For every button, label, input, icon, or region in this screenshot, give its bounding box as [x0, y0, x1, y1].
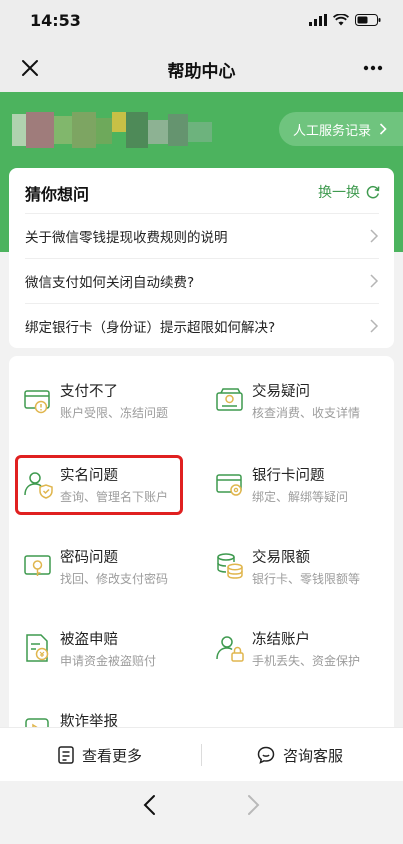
question-text: 微信支付如何关闭自动续费? — [25, 274, 195, 291]
refresh-icon — [366, 185, 380, 199]
category-bank-card[interactable]: 银行卡问题 绑定、解绑等疑问 — [214, 464, 394, 524]
category-subtitle: 账户受限、冻结问题 — [60, 406, 169, 420]
question-text: 关于微信零钱提现收费规则的说明 — [25, 229, 228, 246]
question-item[interactable]: 微信支付如何关闭自动续费? — [25, 258, 379, 302]
category-password[interactable]: 密码问题 找回、修改支付密码 — [22, 546, 202, 606]
forward-arrow-icon[interactable] — [243, 793, 263, 817]
category-title: 银行卡问题 — [252, 468, 325, 484]
service-record-label: 人工服务记录 — [292, 123, 371, 139]
category-transaction-question[interactable]: 交易疑问 核查消费、收支详情 — [214, 380, 394, 440]
category-subtitle: 申请资金被盗赔付 — [60, 654, 157, 668]
nav-bar: 帮助中心 — [0, 44, 403, 92]
category-theft-claim[interactable]: 被盗申赔 申请资金被盗赔付 — [22, 628, 202, 688]
battery-icon — [355, 14, 381, 26]
question-item[interactable]: 绑定银行卡（身份证）提示超限如何解决? — [25, 303, 379, 347]
category-transaction-limit[interactable]: 交易限额 银行卡、零钱限额等 — [214, 546, 394, 606]
chevron-right-icon — [370, 273, 379, 288]
category-freeze-account[interactable]: 冻结账户 手机丢失、资金保护 — [214, 628, 394, 688]
category-title: 交易疑问 — [252, 384, 310, 400]
category-pay-failed[interactable]: 支付不了 账户受限、冻结问题 — [22, 380, 202, 440]
divider — [201, 744, 202, 766]
category-title: 交易限额 — [252, 550, 310, 566]
service-record-button[interactable]: 人工服务记录 — [278, 112, 403, 146]
wifi-icon — [333, 14, 349, 26]
card-alert-icon — [24, 390, 50, 414]
chevron-right-icon — [370, 318, 379, 333]
view-more-button[interactable]: 查看更多 — [58, 728, 142, 782]
category-title: 被盗申赔 — [60, 632, 118, 648]
category-subtitle: 银行卡、零钱限额等 — [252, 572, 361, 586]
blurred-account-info — [12, 112, 212, 148]
category-subtitle: 找回、修改支付密码 — [60, 572, 169, 586]
browser-nav-bar — [0, 781, 403, 844]
bottom-action-bar: 查看更多 咨询客服 — [0, 727, 403, 781]
guess-card: 猜你想问 换一换 关于微信零钱提现收费规则的说明 微信支付如何关闭自动续费? 绑… — [9, 168, 394, 348]
refresh-button[interactable]: 换一换 — [318, 182, 380, 202]
highlight-box — [15, 455, 183, 515]
bank-card-icon — [216, 474, 242, 496]
contact-service-label: 咨询客服 — [283, 746, 344, 765]
refresh-label: 换一换 — [318, 185, 360, 201]
status-time: 14:53 — [30, 11, 81, 30]
category-subtitle: 手机丢失、资金保护 — [252, 654, 361, 668]
back-arrow-icon[interactable] — [140, 793, 160, 817]
lock-icon — [24, 555, 51, 576]
category-title: 支付不了 — [60, 384, 118, 400]
contact-service-button[interactable]: 咨询客服 — [257, 728, 343, 782]
chevron-right-icon — [370, 228, 379, 243]
claim-document-icon — [26, 634, 49, 662]
guess-title: 猜你想问 — [25, 185, 90, 204]
status-icons — [309, 14, 381, 26]
status-bar: 14:53 — [0, 0, 403, 44]
question-text: 绑定银行卡（身份证）提示超限如何解决? — [25, 319, 276, 336]
document-icon — [58, 746, 74, 764]
chat-icon — [257, 746, 275, 764]
page-title: 帮助中心 — [167, 62, 236, 82]
question-item[interactable]: 关于微信零钱提现收费规则的说明 — [25, 213, 379, 257]
category-title: 冻结账户 — [252, 632, 310, 648]
user-lock-icon — [216, 636, 244, 662]
coins-icon — [217, 553, 243, 579]
wallet-icon — [216, 388, 243, 411]
more-icon[interactable] — [361, 56, 385, 80]
category-grid: 支付不了 账户受限、冻结问题 交易疑问 核查消费、收支详情 实名问题 查询、管理… — [9, 356, 394, 756]
category-subtitle: 绑定、解绑等疑问 — [252, 490, 349, 504]
signal-icon — [309, 14, 327, 26]
category-subtitle: 核查消费、收支详情 — [252, 406, 361, 420]
view-more-label: 查看更多 — [82, 746, 143, 765]
category-title: 密码问题 — [60, 550, 118, 566]
chevron-right-icon — [379, 123, 387, 135]
